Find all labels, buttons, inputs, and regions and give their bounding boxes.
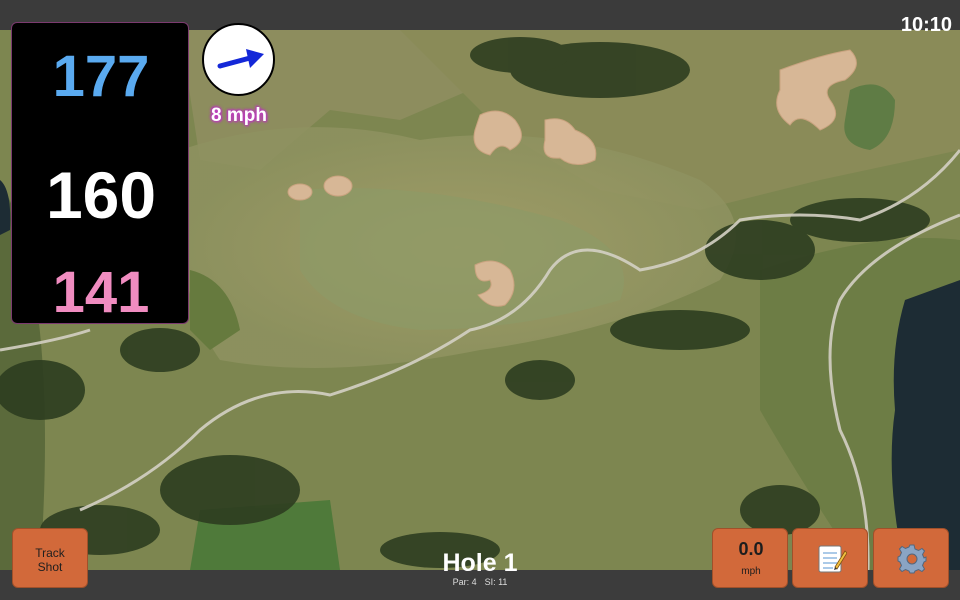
- middle-distance: 160: [45, 158, 157, 232]
- speed-value: 0.0: [738, 539, 764, 559]
- front-distance: 141: [52, 260, 150, 325]
- notes-button[interactable]: [792, 528, 868, 588]
- hole-details: Par: 4 SI: 11: [380, 577, 580, 587]
- speed-unit: mph: [741, 566, 761, 577]
- wind-indicator: [202, 23, 275, 96]
- back-distance: 177: [52, 44, 150, 109]
- distance-panel: 177 160 141: [11, 22, 189, 325]
- track-shot-label-line1: Track: [35, 546, 65, 560]
- notepad-icon: [818, 545, 847, 573]
- speed-button[interactable]: 0.0 mph: [712, 528, 788, 588]
- clock: 10:10: [900, 14, 952, 36]
- track-shot-button[interactable]: Track Shot: [12, 528, 88, 588]
- hole-par: Par: 4: [452, 577, 477, 587]
- settings-button[interactable]: [873, 528, 949, 588]
- gear-icon: [897, 544, 927, 574]
- track-shot-label-line2: Shot: [37, 560, 63, 574]
- hole-title: Hole 1: [442, 549, 518, 577]
- wind-arrow-icon: [217, 49, 264, 69]
- hole-si: SI: 11: [484, 577, 508, 587]
- wind-speed: 8 mph: [211, 105, 267, 126]
